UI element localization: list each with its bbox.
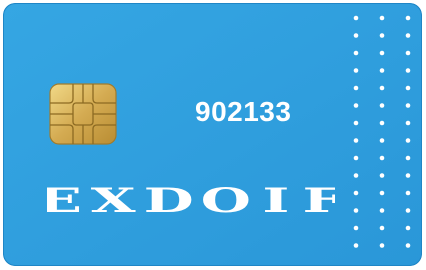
id-card: 902133 E X D O I F	[3, 3, 422, 266]
pattern-dot	[379, 103, 385, 108]
pattern-dot	[379, 138, 385, 143]
pattern-dot	[353, 190, 359, 196]
pattern-dot	[405, 138, 411, 143]
brand-letter: I	[262, 184, 290, 218]
pattern-dot	[353, 33, 359, 38]
pattern-dot	[379, 173, 385, 178]
pattern-dot	[379, 33, 385, 38]
pattern-dot	[379, 243, 385, 248]
pattern-dot	[379, 225, 385, 231]
pattern-dot	[353, 225, 359, 231]
card-number: 902133	[195, 96, 292, 127]
pattern-dot	[379, 120, 385, 126]
pattern-dot	[379, 155, 385, 161]
pattern-dot	[405, 208, 411, 213]
pattern-dot	[379, 15, 385, 21]
pattern-dot	[379, 68, 385, 73]
brand-letter: F	[302, 184, 335, 218]
pattern-dot	[405, 120, 411, 126]
pattern-dot	[379, 208, 385, 213]
pattern-dot	[353, 15, 359, 21]
pattern-dot	[353, 173, 359, 178]
pattern-dot	[353, 208, 359, 213]
pattern-dot	[405, 190, 411, 196]
pattern-dot	[353, 85, 359, 91]
brand-letter: E	[47, 184, 82, 218]
dot-pattern	[353, 15, 411, 248]
pattern-dot	[353, 103, 359, 108]
brand-letter: X	[90, 184, 136, 218]
brand-name: E X D O I F	[47, 184, 335, 218]
pattern-dot	[353, 68, 359, 73]
pattern-dot	[353, 138, 359, 143]
pattern-dot	[379, 190, 385, 196]
pattern-dot	[379, 85, 385, 91]
brand-letter: D	[143, 184, 194, 218]
pattern-dot	[405, 155, 411, 161]
pattern-dot	[353, 120, 359, 126]
pattern-dot	[405, 103, 411, 108]
pattern-dot	[353, 243, 359, 248]
pattern-dot	[405, 243, 411, 248]
pattern-dot	[405, 173, 411, 178]
pattern-dot	[405, 225, 411, 231]
chip-icon	[49, 83, 117, 145]
pattern-dot	[405, 15, 411, 21]
pattern-dot	[405, 33, 411, 38]
pattern-dot	[353, 155, 359, 161]
pattern-dot	[405, 85, 411, 91]
pattern-dot	[405, 68, 411, 73]
pattern-dot	[353, 50, 359, 56]
pattern-dot	[405, 50, 411, 56]
pattern-dot	[379, 50, 385, 56]
brand-letter: O	[200, 184, 251, 218]
